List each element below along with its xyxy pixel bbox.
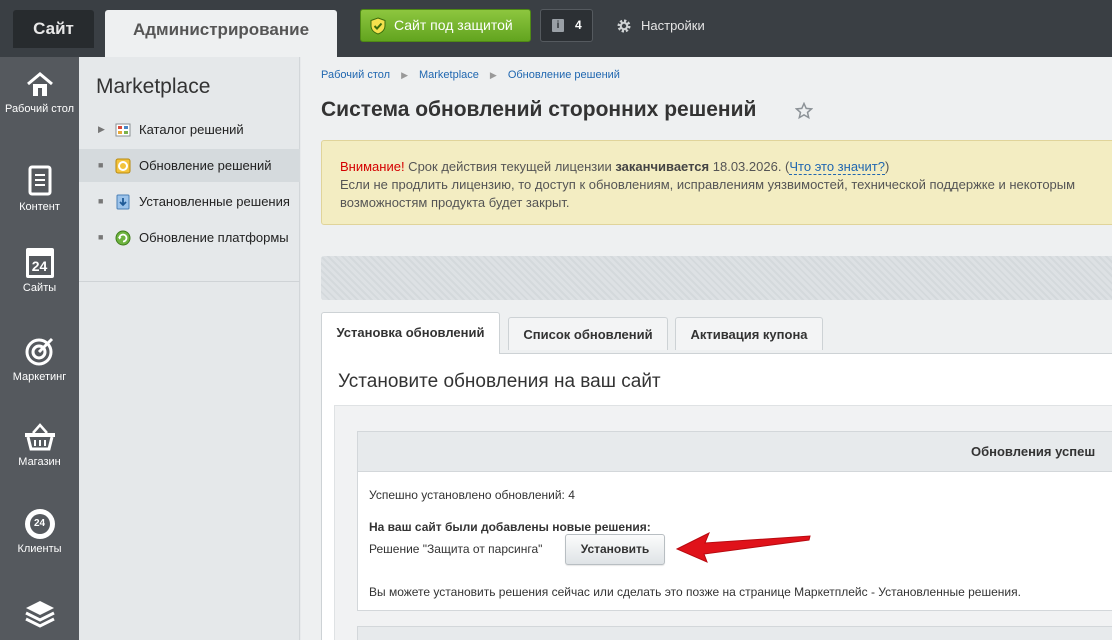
result-header: Обновления успеш (358, 432, 1112, 472)
sidebar-item-label: Обновление решений (139, 158, 272, 173)
document-icon (28, 165, 51, 196)
red-arrow-annotation (675, 531, 811, 563)
breadcrumb: Рабочий стол ▶ Marketplace ▶ Обновление реше… (321, 69, 620, 81)
warning-text: Срок действия текущей лицензии (404, 159, 616, 174)
site-tab[interactable]: Сайт (13, 10, 94, 48)
site-protected-button[interactable]: Сайт под защитой (360, 9, 531, 42)
sidebar-title: Marketplace (96, 75, 211, 98)
bullet-icon: ■ (98, 196, 104, 206)
sidebar-item-label: Обновление платформы (139, 230, 289, 245)
shield-icon (370, 17, 386, 35)
bullet-icon: ■ (98, 232, 104, 242)
nav-shop-label: Магазин (18, 456, 61, 468)
bullet-icon: ■ (98, 160, 104, 170)
footer-text: Вы можете установить решения сейчас или … (369, 585, 1021, 599)
star-icon[interactable] (795, 102, 813, 120)
nav-clients-label: Клиенты (17, 543, 62, 555)
update-solutions-icon (115, 158, 131, 174)
home-icon (26, 72, 53, 96)
left-nav-bar: Рабочий стол Контент 24 Сайты Маркетинг (0, 57, 79, 640)
breadcrumb-separator-icon: ▶ (489, 70, 497, 80)
installed-icon (116, 194, 130, 210)
marketplace-sidebar: Marketplace ▶ Каталог решений ■ Обновлен… (79, 57, 300, 640)
target-icon (25, 337, 53, 366)
updates-result-box: Обновления успеш Успешно установлено обн… (357, 431, 1112, 611)
panel-title: Установите обновления на ваш сайт (338, 371, 661, 392)
installed-count-text: Успешно установлено обновлений: 4 (369, 488, 575, 502)
sidebar-item-label: Установленные решения (139, 194, 290, 209)
nav-services[interactable] (0, 599, 79, 633)
nav-marketing[interactable]: Маркетинг (0, 335, 79, 384)
tab-updates-list[interactable]: Список обновлений (508, 317, 668, 350)
layers-icon (24, 601, 55, 628)
breadcrumb-item[interactable]: Обновление решений (508, 69, 620, 81)
install-panel: Установите обновления на ваш сайт Обновл… (321, 353, 1112, 640)
new-solutions-heading: На ваш сайт были добавлены новые решения… (369, 520, 651, 534)
breadcrumb-item[interactable]: Marketplace (419, 69, 479, 81)
solution-text: Решение "Защита от парсинга" (369, 542, 543, 556)
nav-desktop[interactable]: Рабочий стол (0, 71, 79, 116)
nav-clients[interactable]: 24 Клиенты (0, 509, 79, 556)
notifications-button[interactable]: i 4 (540, 9, 593, 42)
notification-icon: i (552, 19, 564, 32)
top-bar: Сайт Администрирование Сайт под защитой … (0, 0, 1112, 57)
what-does-it-mean-link[interactable]: Что это значит? (789, 159, 885, 175)
page-title: Система обновлений сторонних решений (321, 98, 757, 121)
nav-content-label: Контент (19, 201, 60, 213)
sidebar-item-platform-update[interactable]: ■ Обновление платформы (79, 221, 300, 254)
catalog-icon (115, 123, 131, 137)
notifications-count: 4 (575, 18, 582, 32)
tab-coupon-activation[interactable]: Активация купона (675, 317, 823, 350)
nav-shop[interactable]: Магазин (0, 422, 79, 469)
calendar-24-icon: 24 (25, 248, 54, 278)
sidebar-item-installed[interactable]: ■ Установленные решения (79, 185, 300, 218)
breadcrumb-item[interactable]: Рабочий стол (321, 69, 390, 81)
calendar-24-number: 24 (31, 258, 48, 274)
progress-stripe (321, 256, 1112, 300)
clients-24-number: 24 (33, 518, 46, 529)
warning-date: 18.03.2026. ( (709, 159, 790, 174)
nav-desktop-label: Рабочий стол (4, 103, 75, 115)
nav-sites-label: Сайты (22, 282, 57, 294)
gear-icon (617, 19, 631, 33)
site-protected-label: Сайт под защитой (394, 17, 513, 33)
nav-sites[interactable]: 24 Сайты (0, 248, 79, 295)
sidebar-divider (79, 281, 300, 282)
results-container: Обновления успеш Успешно установлено обн… (334, 405, 1112, 640)
warning-expires: заканчивается (615, 159, 710, 174)
nav-marketing-label: Маркетинг (12, 371, 67, 383)
basket-icon (24, 423, 55, 451)
admin-tab[interactable]: Администрирование (105, 10, 337, 57)
settings-label: Настройки (641, 18, 705, 33)
sidebar-item-label: Каталог решений (139, 122, 244, 137)
platform-update-icon (115, 230, 131, 246)
second-result-box (357, 626, 1112, 640)
sidebar-item-update-solutions[interactable]: ■ Обновление решений (79, 149, 300, 182)
settings-link[interactable]: Настройки (616, 17, 705, 35)
clients-24-icon: 24 (24, 509, 55, 539)
tab-install-updates[interactable]: Установка обновлений (321, 312, 500, 354)
breadcrumb-separator-icon: ▶ (401, 70, 408, 80)
sidebar-item-catalog[interactable]: ▶ Каталог решений (79, 113, 300, 146)
license-warning: Внимание! Срок действия текущей лицензии… (321, 140, 1112, 225)
nav-content[interactable]: Контент (0, 165, 79, 214)
expand-arrow-icon[interactable]: ▶ (98, 113, 105, 146)
warning-details: Если не продлить лицензию, то доступ к о… (340, 177, 1076, 210)
warning-close-paren: ) (885, 159, 890, 174)
warning-attention: Внимание! (340, 159, 405, 174)
install-button[interactable]: Установить (565, 534, 665, 565)
